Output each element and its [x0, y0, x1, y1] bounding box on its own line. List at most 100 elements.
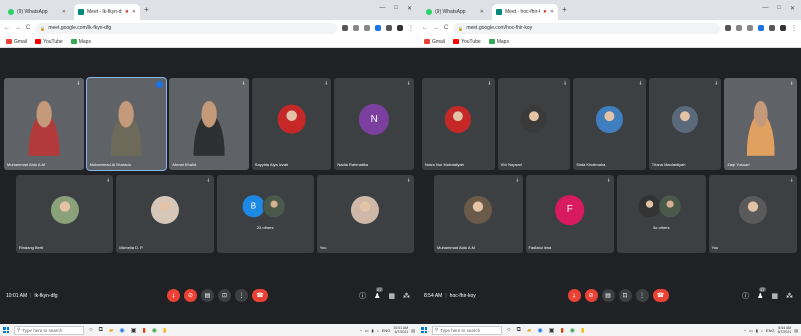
bookmark-maps[interactable]: Maps — [488, 39, 509, 45]
chrome-icon[interactable]: ◉ — [120, 327, 125, 334]
store-icon[interactable]: ▣ — [131, 327, 137, 334]
close-window-button[interactable]: ✕ — [790, 5, 795, 12]
participant-tile[interactable]: N Nadia Rahmatika ⸸ — [334, 78, 414, 170]
keyboard-icon[interactable]: ENG — [766, 328, 775, 333]
reload-icon[interactable]: C — [444, 25, 448, 31]
captions-button[interactable]: ▤ — [201, 289, 214, 302]
tray-chevron-icon[interactable]: ^ — [744, 328, 746, 333]
mic-toggle-button[interactable]: ⸸ — [167, 289, 180, 302]
reload-icon[interactable]: C — [26, 25, 30, 31]
url-bar[interactable]: 🔒 meet.google.com/hoc-fhir-koy — [453, 22, 720, 34]
file-explorer-icon[interactable]: ▰ — [109, 327, 114, 334]
network-icon[interactable]: ▭ — [365, 328, 369, 333]
forward-icon[interactable]: → — [433, 25, 439, 31]
participant-tile[interactable]: Muhammad Aldo A.M ⸸ — [434, 175, 523, 253]
taskbar-clock[interactable]: 10:01 AM 6/7/2021 — [393, 326, 408, 334]
participant-tile[interactable]: You ⸸ — [316, 175, 414, 253]
participant-tile[interactable]: Zaqi Yusuari ⸸ — [724, 78, 797, 170]
maximize-button[interactable]: □ — [777, 5, 781, 12]
chrome-icon[interactable]: ◉ — [538, 327, 543, 334]
task-view-icon[interactable]: ⧉ — [99, 327, 103, 334]
taskbar-clock[interactable]: 8:54 AM 6/7/2021 — [778, 326, 792, 334]
star-icon[interactable] — [364, 25, 370, 31]
puzzle-icon[interactable] — [769, 25, 775, 31]
office-icon[interactable]: ▮ — [560, 327, 563, 334]
taskbar-search-input[interactable]: ⚲ Type here to search — [14, 325, 84, 335]
app-icon[interactable]: ▮ — [581, 327, 584, 334]
minimize-button[interactable]: — — [379, 5, 385, 12]
volume-icon[interactable]: ♪ — [761, 328, 763, 333]
browser-tab[interactable]: (9) WhatsApp ✕ — [422, 4, 488, 20]
chat-button[interactable]: ▦ — [771, 292, 778, 300]
bookmark-maps[interactable]: Maps — [70, 39, 91, 45]
extension-icon[interactable] — [758, 25, 764, 31]
back-icon[interactable]: ← — [422, 25, 428, 31]
end-call-button[interactable]: ☎ — [652, 289, 669, 302]
browser-tab[interactable]: Meet - lk-fkyn-dfg ● ✕ — [74, 4, 140, 20]
participant-tile[interactable]: Triana Maulaidiyah ⸸ — [648, 78, 722, 170]
camera-toggle-button[interactable]: ⊘ — [184, 289, 197, 302]
windows-start-icon[interactable] — [421, 327, 427, 333]
cortana-icon[interactable]: ○ — [89, 327, 93, 333]
volume-icon[interactable]: ♪ — [377, 328, 379, 333]
task-view-icon[interactable]: ⧉ — [517, 327, 521, 334]
file-explorer-icon[interactable]: ▰ — [527, 327, 532, 334]
bookmark-gmail[interactable]: Gmail — [6, 39, 27, 45]
participant-tile[interactable]: Nutra Nur Muhdaliyah ⸸ — [422, 78, 495, 170]
participant-tile[interactable]: Ahmat Khalid ⸸ — [169, 78, 249, 170]
app-icon[interactable]: ▮ — [163, 327, 166, 334]
captions-button[interactable]: ▤ — [601, 289, 615, 302]
office-icon[interactable]: ▮ — [142, 327, 145, 334]
mic-toggle-button[interactable]: ⸸ — [567, 289, 581, 302]
participant-tile[interactable]: B 23 others — [216, 175, 314, 253]
notifications-icon[interactable]: ▤ — [794, 328, 798, 333]
chrome-alt-icon[interactable]: ◉ — [570, 327, 575, 334]
battery-icon[interactable]: ▮ — [372, 328, 374, 333]
camera-indicator-icon[interactable] — [342, 25, 348, 31]
participant-tile[interactable]: Michella D. P. ⸸ — [116, 175, 214, 253]
zoom-icon[interactable] — [353, 25, 359, 31]
browser-tab[interactable]: Meet - hoc-fhir-koy●✕ — [492, 4, 558, 20]
minimize-button[interactable]: — — [762, 5, 768, 12]
close-window-button[interactable]: ✕ — [407, 5, 412, 12]
url-bar[interactable]: 🔒 meet.google.com/lk-fkyn-dfg — [35, 22, 337, 34]
notifications-icon[interactable]: ▤ — [411, 328, 415, 333]
taskbar-search-input[interactable]: ⚲ Type here to search — [432, 325, 502, 335]
zoom-icon[interactable] — [736, 25, 742, 31]
cortana-icon[interactable]: ○ — [507, 327, 511, 333]
menu-icon[interactable]: ⋮ — [408, 25, 414, 32]
puzzle-icon[interactable] — [386, 25, 392, 31]
participant-tile[interactable]: Muhammad Al Murtado — [85, 77, 168, 171]
bookmark-youtube[interactable]: YouTube — [35, 39, 63, 45]
camera-toggle-button[interactable]: ⊘ — [584, 289, 598, 302]
chat-button[interactable]: ▦ — [388, 292, 395, 300]
activities-button[interactable]: ⁂ — [786, 292, 793, 300]
browser-tab[interactable]: (9) WhatsApp ✕ — [4, 4, 70, 20]
participant-tile[interactable]: 3o others — [617, 175, 706, 253]
participant-tile[interactable]: Muhammad Aldo A.M ⸸ — [4, 78, 84, 170]
star-icon[interactable] — [747, 25, 753, 31]
profile-icon[interactable] — [397, 25, 403, 31]
present-button[interactable]: ⊡ — [618, 289, 632, 302]
menu-icon[interactable]: ⋮ — [791, 25, 797, 32]
people-button[interactable]: ♟ 37 — [757, 287, 766, 300]
bookmark-gmail[interactable]: Gmail — [424, 39, 445, 45]
participant-tile[interactable]: You ⸸ — [708, 175, 797, 253]
network-icon[interactable]: ▭ — [749, 328, 753, 333]
close-tab-icon[interactable]: ✕ — [550, 9, 554, 15]
participant-tile[interactable]: F Fadlatul ilma ⸸ — [525, 175, 614, 253]
participant-tile[interactable]: Sayyida Alya Izzati ⸸ — [251, 78, 332, 170]
close-tab-icon[interactable]: ✕ — [62, 9, 66, 15]
tray-chevron-icon[interactable]: ^ — [360, 328, 362, 333]
store-icon[interactable]: ▣ — [549, 327, 555, 334]
battery-icon[interactable]: ▮ — [756, 328, 758, 333]
keyboard-icon[interactable]: ENG — [382, 328, 391, 333]
close-tab-icon[interactable]: ✕ — [132, 9, 136, 15]
camera-indicator-icon[interactable] — [725, 25, 731, 31]
bookmark-youtube[interactable]: YouTube — [453, 39, 481, 45]
chrome-alt-icon[interactable]: ◉ — [152, 327, 157, 334]
more-options-button[interactable]: ⋮ — [235, 289, 248, 302]
people-button[interactable]: ♟ 27 — [374, 287, 383, 300]
end-call-button[interactable]: ☎ — [252, 289, 268, 302]
meeting-details-button[interactable]: ⓘ — [742, 291, 749, 301]
